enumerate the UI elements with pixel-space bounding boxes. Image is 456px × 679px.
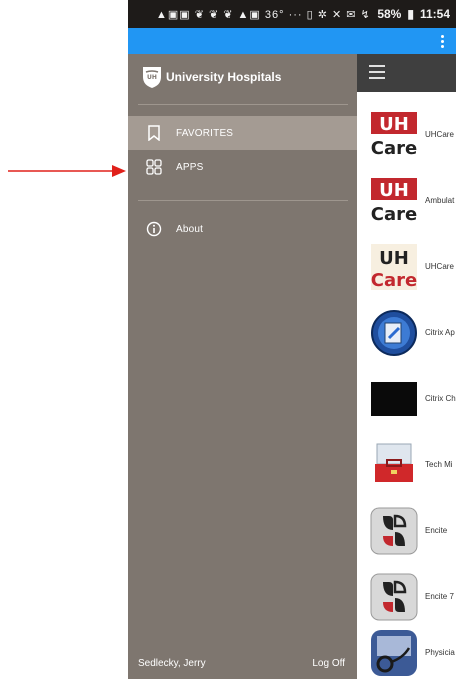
encite-icon: [370, 573, 418, 621]
app-label: Ambulat: [425, 196, 455, 205]
citrix-icon: [371, 310, 417, 356]
svg-text:UH: UH: [147, 74, 157, 81]
university-hospitals-logo-icon: UH: [143, 67, 161, 88]
clock: 11:54: [419, 7, 450, 21]
app-label: Tech Mi: [425, 460, 453, 469]
battery-icon: ▮: [407, 7, 414, 21]
nav-item-favorites[interactable]: FAVORITES: [128, 116, 357, 150]
black-tile-icon: [371, 382, 417, 416]
nav-item-label: About: [176, 223, 204, 235]
phone-screen: ▲▣▣ ❦ ❦ ❦ ▲▣ 36° ··· ▯ ✲ ✕ ✉ ↯ 58% ▮ 11:…: [128, 0, 456, 679]
app-list-panel: UH Care UHCare UH Care Ambulat UH Care U…: [357, 54, 456, 679]
uh-care-red-icon: UH Care: [371, 112, 417, 159]
app-item[interactable]: Tech Mi: [357, 440, 456, 506]
app-label: UHCare: [425, 262, 454, 271]
overflow-menu-icon[interactable]: [434, 28, 450, 54]
svg-text:UH: UH: [379, 114, 409, 135]
nav-item-apps[interactable]: APPS: [128, 150, 357, 184]
app-item[interactable]: Physicia: [357, 628, 456, 679]
app-label: Citrix Ch: [425, 394, 456, 403]
status-icons: ▲▣▣ ❦ ❦ ❦ ▲▣ 36° ··· ▯ ✲ ✕ ✉ ↯: [156, 8, 371, 21]
physician-icon: [371, 630, 417, 676]
app-item[interactable]: Encite: [357, 506, 456, 572]
app-label: Physicia: [425, 648, 455, 657]
uh-care-red-icon: UH Care: [371, 178, 417, 225]
divider: [138, 104, 348, 105]
nav-item-label: APPS: [176, 161, 204, 173]
app-top-bar: [128, 28, 456, 54]
annotation-arrow: [8, 165, 126, 177]
uh-care-orange-icon: UH Care: [371, 244, 417, 291]
bookmark-icon: [144, 123, 164, 143]
logoff-button[interactable]: Log Off: [312, 658, 345, 669]
battery-percent: 58%: [377, 7, 402, 21]
svg-text:Care: Care: [371, 270, 417, 291]
encite-icon: [370, 507, 418, 555]
app-label: UHCare: [425, 130, 454, 139]
menu-icon[interactable]: [369, 65, 385, 79]
toolbox-icon: [375, 443, 413, 482]
nav-item-about[interactable]: About: [128, 212, 357, 246]
svg-text:Care: Care: [371, 138, 417, 159]
brand: UH University Hospitals: [140, 62, 281, 92]
grid-icon: [144, 157, 164, 177]
content-header: [357, 54, 456, 92]
svg-text:UH: UH: [379, 248, 409, 269]
divider: [138, 200, 348, 201]
nav-item-label: FAVORITES: [176, 127, 234, 139]
navigation-drawer: UH University Hospitals FAVORITES APPS A…: [128, 54, 357, 679]
app-label: Encite: [425, 526, 448, 535]
app-item[interactable]: UH Care UHCare: [357, 110, 456, 176]
current-user: Sedlecky, Jerry: [138, 658, 206, 669]
app-item[interactable]: Citrix Ap: [357, 308, 456, 374]
app-item[interactable]: Citrix Ch: [357, 374, 456, 440]
app-item[interactable]: UH Care UHCare: [357, 242, 456, 308]
status-bar: ▲▣▣ ❦ ❦ ❦ ▲▣ 36° ··· ▯ ✲ ✕ ✉ ↯ 58% ▮ 11:…: [128, 0, 456, 28]
svg-text:Care: Care: [371, 204, 417, 225]
info-icon: [144, 219, 164, 239]
app-item[interactable]: UH Care Ambulat: [357, 176, 456, 242]
app-label: Encite 7: [425, 592, 454, 601]
brand-name: University Hospitals: [166, 70, 282, 84]
svg-text:UH: UH: [379, 180, 409, 201]
app-label: Citrix Ap: [425, 328, 455, 337]
